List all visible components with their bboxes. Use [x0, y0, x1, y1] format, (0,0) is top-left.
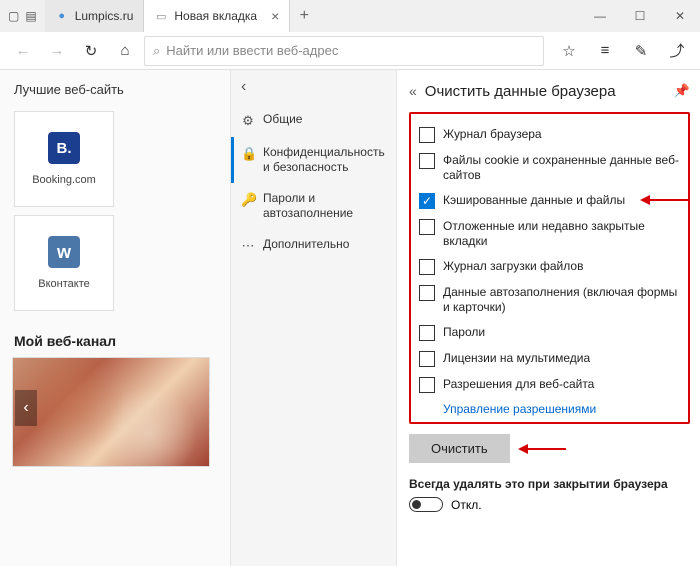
tab-label: Новая вкладка: [174, 9, 257, 23]
option-label: Журнал загрузки файлов: [443, 259, 583, 274]
tile-logo: w: [48, 236, 80, 268]
checkbox[interactable]: [419, 377, 435, 393]
settings-item-passwords[interactable]: 🔑 Пароли и автозаполнение: [231, 183, 396, 229]
annotation-arrow-icon: [640, 192, 690, 208]
option-media[interactable]: Лицензии на мультимедиа: [417, 346, 682, 372]
always-clear-label: Всегда удалять это при закрытии браузера: [409, 477, 690, 491]
option-label: Файлы cookie и сохраненные данные веб-са…: [443, 153, 680, 183]
more-icon: ⋯: [241, 238, 255, 254]
clear-options-group: Журнал браузера Файлы cookie и сохраненн…: [409, 112, 690, 424]
feed-image[interactable]: ‹: [12, 357, 210, 467]
option-downloads[interactable]: Журнал загрузки файлов: [417, 254, 682, 280]
option-tabs[interactable]: Отложенные или недавно закрытые вкладки: [417, 214, 682, 254]
panel-back-icon[interactable]: «: [409, 83, 417, 99]
search-icon: ⌕: [153, 43, 160, 59]
checkbox[interactable]: [419, 259, 435, 275]
panel-title: Очистить данные браузера: [425, 83, 666, 100]
option-cookies[interactable]: Файлы cookie и сохраненные данные веб-са…: [417, 148, 682, 188]
favicon-icon: ●: [55, 9, 69, 23]
settings-sidebar: ‹ ⚙ Общие 🔒 Конфиденциальность и безопас…: [230, 70, 396, 566]
settings-item-privacy[interactable]: 🔒 Конфиденциальность и безопасность: [231, 137, 396, 183]
checkbox[interactable]: [419, 127, 435, 143]
toggle-state-label: Откл.: [451, 498, 482, 512]
title-bar: ▢ ▤ ● Lumpics.ru ▭ Новая вкладка × + ― ☐…: [0, 0, 700, 32]
tab-new[interactable]: ▭ Новая вкладка ×: [144, 0, 290, 32]
settings-item-label: Дополнительно: [263, 237, 349, 252]
option-label: Разрешения для веб-сайта: [443, 377, 594, 392]
best-sites-heading: Лучшие веб-сайть: [0, 82, 230, 107]
settings-item-label: Общие: [263, 112, 302, 127]
tabs-aside-icon[interactable]: ▤: [25, 9, 36, 23]
tab-label: Lumpics.ru: [75, 9, 134, 23]
manage-permissions-link[interactable]: Управление разрешениями: [417, 398, 682, 418]
share-icon[interactable]: ⤴: [662, 36, 692, 66]
address-placeholder: Найти или ввести веб-адрес: [166, 43, 338, 58]
option-autofill[interactable]: Данные автозаполнения (включая формы и к…: [417, 280, 682, 320]
feed-heading: Мой веб-канал: [0, 315, 230, 357]
option-label: Лицензии на мультимедиа: [443, 351, 590, 366]
refresh-button[interactable]: ↻: [76, 36, 106, 66]
tabs-overview-icon[interactable]: ▢: [8, 9, 19, 23]
new-tab-page: Лучшие веб-сайть B. Booking.com w Вконта…: [0, 70, 230, 467]
gear-icon: ⚙: [241, 113, 255, 129]
annotation-arrow-icon: [518, 441, 568, 457]
settings-item-label: Конфиденциальность и безопасность: [263, 145, 386, 175]
option-label: Журнал браузера: [443, 127, 542, 142]
notes-icon[interactable]: ✎: [626, 36, 656, 66]
option-label: Данные автозаполнения (включая формы и к…: [443, 285, 680, 315]
option-passwords[interactable]: Пароли: [417, 320, 682, 346]
forward-button[interactable]: →: [42, 36, 72, 66]
tile-label: Вконтакте: [38, 278, 89, 290]
checkbox[interactable]: [419, 351, 435, 367]
option-label: Кэшированные данные и файлы: [443, 193, 625, 208]
settings-item-advanced[interactable]: ⋯ Дополнительно: [231, 229, 396, 262]
tab-lumpics[interactable]: ● Lumpics.ru: [45, 0, 145, 32]
option-label: Пароли: [443, 325, 485, 340]
home-button[interactable]: ⌂: [110, 36, 140, 66]
close-window-button[interactable]: ✕: [660, 0, 700, 32]
address-bar[interactable]: ⌕ Найти или ввести веб-адрес: [144, 36, 544, 66]
tile-label: Booking.com: [32, 174, 96, 186]
nav-bar: ← → ↻ ⌂ ⌕ Найти или ввести веб-адрес ☆ ≡…: [0, 32, 700, 70]
close-tab-icon[interactable]: ×: [271, 8, 279, 24]
back-button[interactable]: ←: [8, 36, 38, 66]
tab-actions: ▢ ▤: [0, 0, 45, 32]
checkbox[interactable]: [419, 325, 435, 341]
minimize-button[interactable]: ―: [580, 0, 620, 32]
reading-list-icon[interactable]: ≡: [590, 36, 620, 66]
settings-item-label: Пароли и автозаполнение: [263, 191, 386, 221]
pin-icon[interactable]: 📌: [674, 83, 690, 99]
checkbox[interactable]: [419, 285, 435, 301]
feed-prev-button[interactable]: ‹: [15, 390, 37, 426]
option-history[interactable]: Журнал браузера: [417, 122, 682, 148]
maximize-button[interactable]: ☐: [620, 0, 660, 32]
new-tab-button[interactable]: +: [290, 0, 318, 32]
clear-button[interactable]: Очистить: [409, 434, 510, 463]
key-icon: 🔑: [241, 192, 255, 208]
content-area: Лучшие веб-сайть B. Booking.com w Вконта…: [0, 70, 700, 566]
option-label: Отложенные или недавно закрытые вкладки: [443, 219, 680, 249]
tile-vk[interactable]: w Вконтакте: [14, 215, 114, 311]
clear-data-panel: « Очистить данные браузера 📌 Журнал брау…: [396, 70, 700, 566]
settings-item-general[interactable]: ⚙ Общие: [231, 104, 396, 137]
checkbox[interactable]: ✓: [419, 193, 435, 209]
always-clear-toggle[interactable]: [409, 497, 443, 512]
tile-booking[interactable]: B. Booking.com: [14, 111, 114, 207]
settings-back-button[interactable]: ‹: [231, 70, 396, 104]
lock-icon: 🔒: [241, 146, 255, 162]
checkbox[interactable]: [419, 153, 435, 169]
tile-logo: B.: [48, 132, 80, 164]
option-permissions[interactable]: Разрешения для веб-сайта: [417, 372, 682, 398]
favorites-icon[interactable]: ☆: [554, 36, 584, 66]
favicon-icon: ▭: [154, 9, 168, 23]
checkbox[interactable]: [419, 219, 435, 235]
